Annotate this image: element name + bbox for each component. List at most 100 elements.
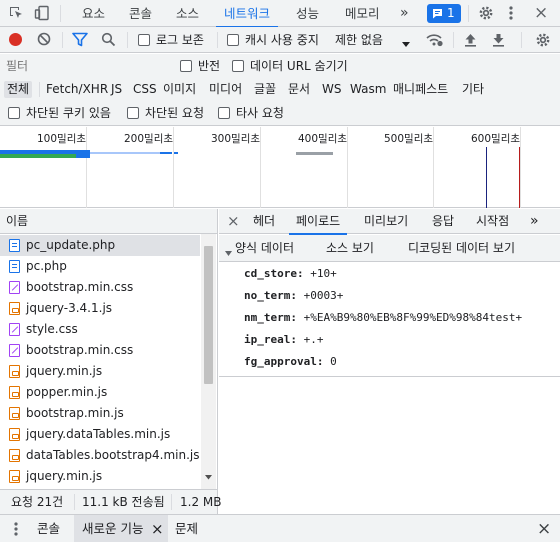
more-options-icon[interactable]: [508, 5, 514, 24]
inspect-element-icon[interactable]: [8, 5, 24, 24]
tab-payload[interactable]: 페이로드: [288, 209, 348, 235]
request-row[interactable]: jquery.min.js: [0, 466, 200, 487]
request-row[interactable]: dataTables.bootstrap4.min.js: [0, 445, 200, 466]
form-data-section-header[interactable]: 양식 데이터 소스 보기 디코딩된 데이터 보기: [219, 235, 560, 262]
request-row[interactable]: pc_update.php: [0, 235, 200, 256]
network-conditions-icon[interactable]: [425, 32, 443, 50]
drawer-tab-whats-new[interactable]: 새로운 기능 ×: [74, 515, 168, 542]
issues-badge[interactable]: 1: [427, 4, 461, 23]
filter-input[interactable]: [6, 57, 166, 75]
overview-bar: [160, 152, 172, 154]
disable-cache-label: 캐시 사용 중지: [245, 33, 319, 47]
scroll-down-arrow-icon[interactable]: [205, 469, 212, 483]
blocked-requests-checkbox[interactable]: [127, 107, 139, 119]
form-data-value[interactable]: +%EA%B9%80%EB%8F%99%ED%98%84test+: [304, 311, 523, 324]
document-file-icon: [9, 260, 20, 273]
preserve-log-checkbox[interactable]: [138, 34, 150, 46]
blocked-cookies-label: 차단된 쿠키 있음: [26, 106, 111, 120]
close-devtools-icon[interactable]: ×: [534, 4, 548, 22]
tab-memory[interactable]: 메모리: [345, 0, 380, 27]
network-settings-gear-icon[interactable]: [535, 32, 551, 51]
type-filter-other[interactable]: 기타: [462, 81, 484, 98]
type-filter-img[interactable]: 이미지: [163, 81, 196, 98]
disable-cache-checkbox[interactable]: [227, 34, 239, 46]
more-tabs-button[interactable]: »: [400, 0, 409, 27]
form-data-value[interactable]: +0003+: [304, 289, 344, 302]
search-icon[interactable]: [101, 32, 116, 50]
network-toolbar: 로그 보존 캐시 사용 중지 제한 없음: [0, 27, 560, 53]
tab-elements[interactable]: 요소: [82, 0, 105, 27]
hide-data-urls-label: 데이터 URL 숨기기: [250, 59, 348, 73]
form-data-row: no_term: +0003+: [244, 285, 343, 307]
request-row[interactable]: pc.php: [0, 256, 200, 277]
type-filter-wasm[interactable]: Wasm: [350, 81, 386, 98]
tab-performance[interactable]: 성능: [296, 0, 319, 27]
type-filter-font[interactable]: 글꼴: [254, 81, 276, 98]
tab-network[interactable]: 네트워크: [215, 0, 279, 28]
type-filter-ws[interactable]: WS: [322, 81, 341, 98]
form-data-key: nm_term:: [244, 311, 297, 324]
view-source-button[interactable]: 소스 보기: [326, 235, 374, 262]
overview-tick-label: 400밀리초: [298, 133, 348, 145]
type-filter-fetch-xhr[interactable]: Fetch/XHR: [46, 81, 108, 98]
overview-tick-label: 500밀리초: [384, 133, 434, 145]
request-row[interactable]: popper.min.js: [0, 382, 200, 403]
drawer-tab-issues[interactable]: 문제: [175, 515, 198, 542]
more-detail-tabs-button[interactable]: »: [530, 209, 539, 234]
chevron-down-icon[interactable]: [402, 37, 410, 51]
filter-icon[interactable]: [72, 32, 88, 50]
close-detail-icon[interactable]: ×: [227, 209, 240, 234]
tab-sources[interactable]: 소스: [176, 0, 199, 27]
form-data-value[interactable]: 0: [330, 355, 337, 368]
request-row[interactable]: jquery.dataTables.min.js: [0, 424, 200, 445]
hide-data-urls-checkbox[interactable]: [232, 60, 244, 72]
invert-checkbox[interactable]: [180, 60, 192, 72]
form-data-value[interactable]: +10+: [310, 267, 337, 280]
export-har-icon[interactable]: [492, 32, 505, 50]
type-filter-js[interactable]: JS: [111, 81, 122, 98]
form-data-value[interactable]: +.+: [304, 333, 324, 346]
form-data-key: no_term:: [244, 289, 297, 302]
network-overview[interactable]: 100밀리초 200밀리초 300밀리초 400밀리초 500밀리초 600밀리…: [0, 127, 560, 208]
overview-tick-label: 200밀리초: [124, 133, 174, 145]
request-row[interactable]: jquery.min.js: [0, 361, 200, 382]
type-filter-doc[interactable]: 문서: [288, 81, 310, 98]
drawer-menu-icon[interactable]: [14, 522, 18, 539]
request-row[interactable]: bootstrap.min.js: [0, 403, 200, 424]
tab-console[interactable]: 콘솔: [129, 0, 152, 27]
tab-initiator[interactable]: 시작점: [476, 209, 509, 234]
tab-headers[interactable]: 헤더: [253, 209, 275, 234]
type-filter-manifest[interactable]: 매니페스트: [393, 81, 448, 98]
drawer-tab-console[interactable]: 콘솔: [37, 515, 60, 542]
overview-gridline: [520, 127, 521, 208]
tab-preview[interactable]: 미리보기: [364, 209, 408, 234]
throttling-select[interactable]: 제한 없음: [335, 27, 383, 53]
type-filter-all[interactable]: 전체: [4, 81, 33, 98]
resource-type-filter-bar: 전체 Fetch/XHR JS CSS 이미지 미디어 글꼴 문서 WS Was…: [0, 78, 560, 101]
request-row[interactable]: bootstrap.min.css: [0, 277, 200, 298]
blocked-cookies-checkbox[interactable]: [8, 107, 20, 119]
type-filter-css[interactable]: CSS: [133, 81, 157, 98]
request-name: jquery.dataTables.min.js: [26, 427, 171, 441]
request-row[interactable]: bootstrap.min.css: [0, 340, 200, 361]
request-row[interactable]: jquery-3.4.1.js: [0, 298, 200, 319]
clear-icon[interactable]: [37, 32, 51, 49]
view-decoded-button[interactable]: 디코딩된 데이터 보기: [408, 235, 515, 262]
script-file-icon: [9, 470, 20, 483]
request-list-scrollbar[interactable]: [201, 234, 216, 489]
message-icon: [432, 8, 443, 22]
request-row[interactable]: style.css: [0, 319, 200, 340]
close-tab-icon[interactable]: ×: [151, 515, 164, 542]
device-toolbar-icon[interactable]: [34, 5, 50, 24]
scrollbar-thumb[interactable]: [204, 246, 213, 384]
close-drawer-icon[interactable]: ×: [537, 515, 551, 542]
detail-tab-bar: × 헤더 페이로드 미리보기 응답 시작점 »: [219, 209, 560, 235]
type-filter-media[interactable]: 미디어: [209, 81, 242, 98]
import-har-icon[interactable]: [464, 32, 477, 50]
settings-gear-icon[interactable]: [478, 5, 494, 24]
tab-response[interactable]: 응답: [432, 209, 454, 234]
name-column-header[interactable]: 이름: [0, 209, 217, 234]
record-icon[interactable]: [9, 33, 22, 46]
transferred-size: 11.1 kB 전송됨: [82, 495, 165, 509]
third-party-checkbox[interactable]: [218, 107, 230, 119]
